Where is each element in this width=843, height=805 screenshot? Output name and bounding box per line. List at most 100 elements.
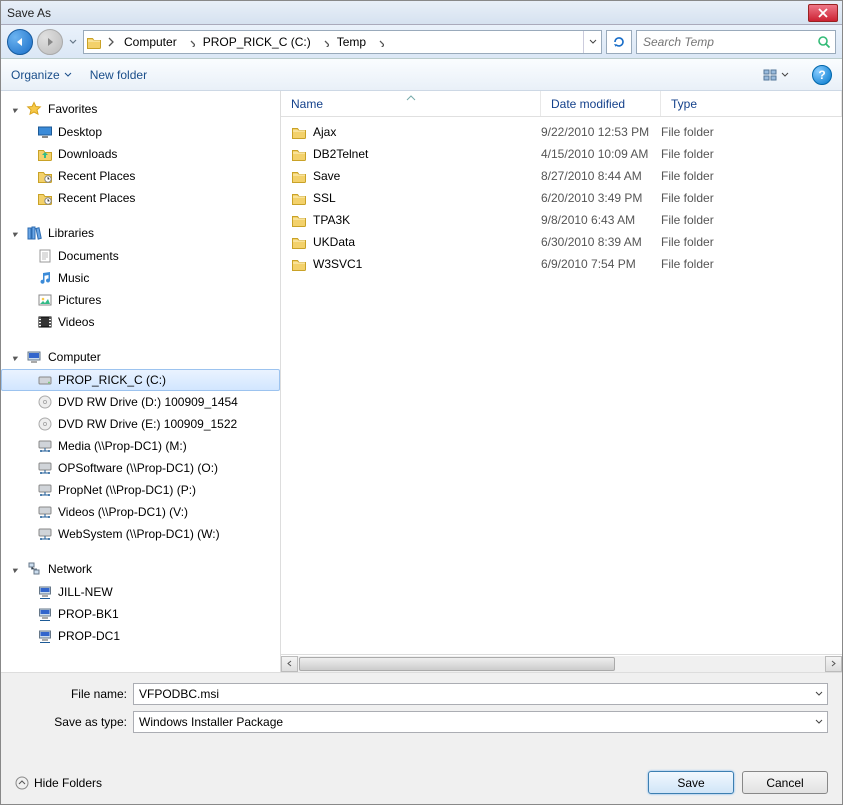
address-bar[interactable]: Computer PROP_RICK_C (C:) Temp (83, 30, 602, 54)
column-type[interactable]: Type (661, 91, 842, 116)
tree-item[interactable]: DVD RW Drive (E:) 100909_1522 (1, 413, 280, 435)
file-date: 4/15/2010 10:09 AM (541, 147, 661, 161)
drive-icon (37, 372, 53, 388)
search-button[interactable] (813, 34, 835, 50)
music-icon (37, 270, 53, 286)
scroll-left-button[interactable] (281, 656, 298, 672)
tree-item[interactable]: Recent Places (1, 165, 280, 187)
tree-section-favorites[interactable]: Favorites (1, 97, 280, 121)
horizontal-scrollbar[interactable] (281, 654, 842, 672)
file-list-pane: Name Date modified Type Ajax9/22/2010 12… (281, 91, 842, 672)
save-button[interactable]: Save (648, 771, 734, 794)
toolbar: Organize New folder ? (1, 59, 842, 91)
filename-field[interactable] (133, 683, 828, 705)
file-type: File folder (661, 125, 842, 139)
file-row[interactable]: W3SVC16/9/2010 7:54 PMFile folder (281, 253, 842, 275)
file-name: DB2Telnet (313, 147, 368, 161)
hide-folders-button[interactable]: Hide Folders (15, 776, 102, 790)
breadcrumb-segment[interactable]: PROP_RICK_C (C:) (197, 31, 331, 53)
tree-item[interactable]: PROP-BK1 (1, 603, 280, 625)
file-row[interactable]: Save8/27/2010 8:44 AMFile folder (281, 165, 842, 187)
file-row[interactable]: TPA3K9/8/2010 6:43 AMFile folder (281, 209, 842, 231)
file-list[interactable]: Ajax9/22/2010 12:53 PMFile folder DB2Teln… (281, 117, 842, 654)
netdrive-icon (37, 482, 53, 498)
video-icon (37, 314, 53, 330)
column-headers: Name Date modified Type (281, 91, 842, 117)
window-title: Save As (5, 6, 808, 20)
tree-item[interactable]: PropNet (\\Prop-DC1) (P:) (1, 479, 280, 501)
chevron-down-icon (781, 71, 789, 79)
chevron-down-icon (589, 38, 597, 46)
file-type: File folder (661, 169, 842, 183)
breadcrumb-arrow[interactable] (317, 31, 331, 53)
tree-item[interactable]: Videos (\\Prop-DC1) (V:) (1, 501, 280, 523)
tree-item[interactable]: WebSystem (\\Prop-DC1) (W:) (1, 523, 280, 545)
save-type-value: Windows Installer Package (134, 715, 811, 729)
tree-item[interactable]: Pictures (1, 289, 280, 311)
tree-section-network[interactable]: Network (1, 557, 280, 581)
save-type-dropdown[interactable] (811, 712, 827, 732)
breadcrumb-arrow[interactable] (372, 31, 386, 53)
tree-item[interactable]: PROP-DC1 (1, 625, 280, 647)
address-dropdown[interactable] (583, 31, 601, 53)
file-date: 9/8/2010 6:43 AM (541, 213, 661, 227)
search-box[interactable] (636, 30, 836, 54)
breadcrumb-root[interactable] (104, 31, 118, 53)
tree-item[interactable]: Desktop (1, 121, 280, 143)
save-type-field[interactable]: Windows Installer Package (133, 711, 828, 733)
breadcrumb-segment[interactable]: Computer (118, 31, 197, 53)
tree-item[interactable]: Recent Places (1, 187, 280, 209)
filename-input[interactable] (134, 687, 811, 701)
breadcrumb-arrow[interactable] (183, 31, 197, 53)
tree-section-computer[interactable]: Computer (1, 345, 280, 369)
tree-item[interactable]: JILL-NEW (1, 581, 280, 603)
scroll-thumb[interactable] (299, 657, 615, 671)
tree-item[interactable]: Documents (1, 245, 280, 267)
view-options-button[interactable] (757, 64, 794, 86)
scroll-right-button[interactable] (825, 656, 842, 672)
netdrive-icon (37, 526, 53, 542)
file-row[interactable]: UKData6/30/2010 8:39 AMFile folder (281, 231, 842, 253)
column-name[interactable]: Name (281, 91, 541, 116)
breadcrumb-label[interactable]: PROP_RICK_C (C:) (197, 31, 317, 53)
file-name: Ajax (313, 125, 336, 139)
location-icon (84, 34, 104, 50)
disc-icon (37, 394, 53, 410)
close-button[interactable] (808, 4, 838, 22)
file-row[interactable]: DB2Telnet4/15/2010 10:09 AMFile folder (281, 143, 842, 165)
tree-item[interactable]: DVD RW Drive (D:) 100909_1454 (1, 391, 280, 413)
tree-section-libraries[interactable]: Libraries (1, 221, 280, 245)
breadcrumb-label[interactable]: Temp (331, 31, 372, 53)
breadcrumb-label[interactable]: Computer (118, 31, 183, 53)
file-date: 8/27/2010 8:44 AM (541, 169, 661, 183)
column-date[interactable]: Date modified (541, 91, 661, 116)
organize-button[interactable]: Organize (11, 68, 72, 82)
file-date: 6/30/2010 8:39 AM (541, 235, 661, 249)
folder-icon (291, 168, 307, 184)
search-input[interactable] (637, 35, 813, 49)
file-row[interactable]: Ajax9/22/2010 12:53 PMFile folder (281, 121, 842, 143)
chevron-down-icon (64, 71, 72, 79)
tree-item[interactable]: Media (\\Prop-DC1) (M:) (1, 435, 280, 457)
filename-dropdown[interactable] (811, 684, 827, 704)
tree-item[interactable]: Videos (1, 311, 280, 333)
tree-item[interactable]: Downloads (1, 143, 280, 165)
back-button[interactable] (7, 29, 33, 55)
tree-item[interactable]: Music (1, 267, 280, 289)
titlebar[interactable]: Save As (1, 1, 842, 25)
new-folder-button[interactable]: New folder (90, 68, 147, 82)
nav-history-dropdown[interactable] (67, 32, 79, 52)
file-name: UKData (313, 235, 355, 249)
forward-button[interactable] (37, 29, 63, 55)
netpc-icon (37, 628, 53, 644)
chevron-down-icon (69, 38, 77, 46)
nav-tree[interactable]: FavoritesDesktopDownloadsRecent PlacesRe… (1, 91, 281, 672)
cancel-button[interactable]: Cancel (742, 771, 828, 794)
help-button[interactable]: ? (812, 65, 832, 85)
tree-item[interactable]: PROP_RICK_C (C:) (1, 369, 280, 391)
refresh-button[interactable] (606, 30, 632, 54)
breadcrumb-segment[interactable]: Temp (331, 31, 386, 53)
tree-item[interactable]: OPSoftware (\\Prop-DC1) (O:) (1, 457, 280, 479)
folder-icon (291, 212, 307, 228)
file-row[interactable]: SSL6/20/2010 3:49 PMFile folder (281, 187, 842, 209)
